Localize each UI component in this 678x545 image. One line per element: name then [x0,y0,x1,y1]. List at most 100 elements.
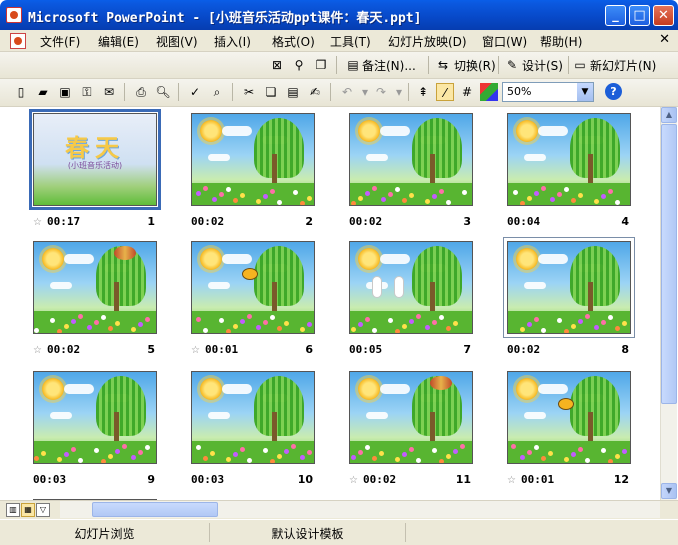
redo-icon[interactable]: ↷ [372,83,390,101]
slide-thumbnail[interactable] [349,241,473,334]
slide-number: 1 [147,215,155,228]
menu-format[interactable]: 格式(O) [272,33,315,50]
hide-slide-icon[interactable]: ⊠ [268,56,286,74]
save-icon[interactable]: ▣ [56,83,74,101]
menu-insert[interactable]: 插入(I) [214,33,251,50]
minimize-button[interactable]: _ [605,5,626,26]
slide-timing: 00:03 [33,473,67,486]
research-icon[interactable]: ⌕ [208,83,226,101]
summary-slide-icon[interactable]: ⚲ [290,56,308,74]
horizontal-scroll-thumb[interactable] [92,502,218,517]
flower-graphic [388,192,393,197]
sun-graphic [42,248,64,270]
new-slide-icon[interactable]: ▭ [571,56,589,74]
flower-graphic [416,314,421,319]
slide-thumbnail[interactable] [503,237,635,338]
scroll-down-icon[interactable]: ▼ [661,483,677,499]
flower-graphic [425,199,430,204]
flower-graphic [50,318,55,323]
slide-thumbnail[interactable] [191,113,315,206]
design-icon[interactable]: ✎ [503,56,521,74]
transition-button[interactable]: 切换(R) [454,57,496,74]
show-formatting-toggle-icon[interactable]: ⁄ [436,83,454,101]
slide-thumbnail[interactable]: 春天 (小班音乐活动) [29,109,161,210]
menu-view[interactable]: 视图(V) [156,33,198,50]
undo-icon[interactable]: ↶ [338,83,356,101]
powerpoint-app-icon[interactable] [6,7,22,23]
design-button[interactable]: 设计(S) [522,57,563,74]
flower-graphic [409,193,414,198]
scroll-up-icon[interactable]: ▲ [661,107,677,123]
normal-view-icon[interactable]: ▥ [6,503,20,517]
transition-star-icon[interactable]: ☆ [191,345,200,356]
slide-thumbnail[interactable] [191,371,315,464]
slide-thumbnail[interactable] [349,113,473,206]
horizontal-scrollbar[interactable] [60,501,660,518]
slide-sorter-view-icon[interactable]: ▦ [21,503,35,517]
new-icon[interactable]: ▯ [12,83,30,101]
transition-star-icon[interactable]: ☆ [507,475,516,486]
sun-graphic [358,248,380,270]
email-icon[interactable]: ✉ [100,83,118,101]
chevron-down-icon[interactable]: ▼ [577,83,593,101]
flower-graphic [409,319,414,324]
flower-graphic [34,456,39,461]
flower-graphic [557,192,562,197]
transition-star-icon[interactable]: ☆ [33,345,42,356]
notes-button[interactable]: 备注(N)... [362,57,416,74]
open-icon[interactable]: ▰ [34,83,52,101]
flower-graphic [212,197,217,202]
menu-help[interactable]: 帮助(H) [540,33,582,50]
zoom-select[interactable]: 50% ▼ [502,82,594,102]
format-painter-icon[interactable]: ✍ [306,83,324,101]
copy-icon[interactable]: ❏ [262,83,280,101]
spelling-icon[interactable]: ✓ [186,83,204,101]
bee-graphic [242,268,258,280]
document-icon[interactable] [10,33,26,49]
slide-thumbnail[interactable] [191,241,315,334]
cut-icon[interactable]: ✂ [240,83,258,101]
menu-file[interactable]: 文件(F) [40,33,80,50]
paste-icon[interactable]: ▤ [284,83,302,101]
slide-thumbnail[interactable] [33,371,157,464]
document-close-icon[interactable]: ✕ [659,32,670,47]
flower-graphic [240,193,245,198]
slide-thumbnail[interactable] [349,371,473,464]
print-icon[interactable]: ⎙ [132,83,150,101]
butterfly-graphic [430,376,452,390]
grass-graphic [508,183,630,205]
notes-icon[interactable]: ▤ [344,56,362,74]
transition-icon[interactable]: ⇆ [434,56,452,74]
help-icon[interactable]: ? [605,83,622,100]
flower-graphic [293,190,298,195]
vertical-scrollbar[interactable]: ▲ ▼ [660,107,677,500]
grid-icon[interactable]: # [458,83,476,101]
show-formatting-icon[interactable]: ❐ [312,56,330,74]
close-icon: ✕ [658,8,669,23]
slide-thumbnail[interactable] [507,371,631,464]
expand-icon[interactable]: ⇞ [414,83,432,101]
bunny-graphic [394,276,404,298]
menu-slideshow[interactable]: 幻灯片放映(D) [388,33,467,50]
flower-graphic [601,194,606,199]
redo-dropdown-icon[interactable]: ▾ [390,83,408,101]
menu-tools[interactable]: 工具(T) [330,33,371,50]
permission-icon[interactable]: ⚿ [78,83,96,101]
cloud-graphic [524,154,546,161]
transition-star-icon[interactable]: ☆ [33,217,42,228]
color-grayscale-icon[interactable] [480,83,498,101]
slide-thumbnail[interactable] [507,113,631,206]
flower-graphic [351,327,356,332]
slide-thumbnail[interactable] [33,241,157,334]
menu-edit[interactable]: 编辑(E) [98,33,139,50]
print-preview-icon[interactable]: 🔍︎ [154,83,172,101]
flower-graphic [203,456,208,461]
transition-star-icon[interactable]: ☆ [349,475,358,486]
scroll-thumb[interactable] [661,124,677,404]
flower-graphic [425,325,430,330]
menu-window[interactable]: 窗口(W) [482,33,527,50]
maximize-button[interactable]: □ [629,5,650,26]
slideshow-view-icon[interactable]: ▽ [36,503,50,517]
close-button[interactable]: ✕ [653,5,674,26]
new-slide-button[interactable]: 新幻灯片(N) [590,57,656,74]
